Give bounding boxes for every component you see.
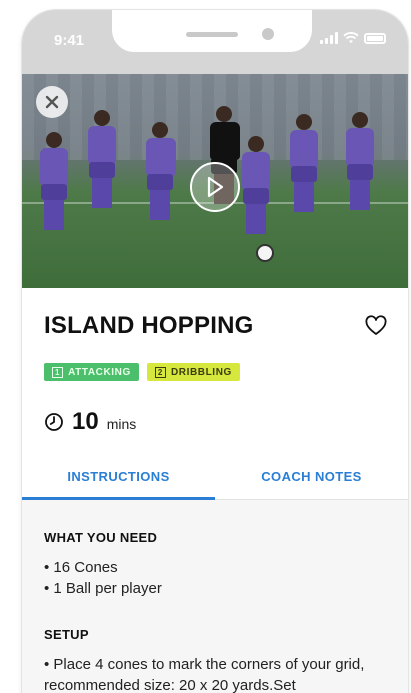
tab-coach-notes[interactable]: COACH NOTES	[215, 454, 408, 499]
tag-label: ATTACKING	[68, 366, 131, 378]
front-camera	[262, 28, 274, 40]
player-figure	[284, 114, 324, 254]
phone-frame: 9:41 ISLAND HOPPING 1 ATTACKING 2 DRIBBL…	[22, 10, 408, 693]
player-figure	[138, 122, 182, 262]
player-figure	[340, 112, 380, 252]
player-figure	[82, 110, 122, 250]
play-button[interactable]	[190, 162, 240, 212]
title-row: ISLAND HOPPING	[44, 312, 388, 340]
setup-heading: SETUP	[44, 627, 89, 642]
tag-number: 1	[52, 366, 64, 378]
setup-text: Place 4 cones to mark the corners of you…	[44, 654, 386, 693]
tab-bar: INSTRUCTIONS COACH NOTES	[22, 454, 408, 500]
signal-icon	[320, 32, 338, 44]
status-time: 9:41	[54, 32, 85, 49]
skill-tags: 1 ATTACKING 2 DRIBBLING	[44, 363, 240, 381]
tag-dribbling: 2 DRIBBLING	[146, 363, 240, 381]
duration: 10 mins	[44, 408, 136, 436]
tab-instructions[interactable]: INSTRUCTIONS	[22, 454, 215, 500]
clock-icon	[45, 413, 63, 431]
close-button[interactable]	[36, 86, 68, 118]
status-bar: 9:41	[22, 10, 408, 74]
list-item: 16 Cones	[44, 557, 386, 578]
notch	[112, 10, 312, 52]
close-icon	[45, 95, 59, 109]
duration-value: 10	[72, 408, 99, 435]
tag-number: 2	[154, 366, 166, 378]
heart-icon[interactable]	[364, 314, 388, 338]
play-icon	[207, 176, 224, 198]
instructions-panel: WHAT YOU NEED 16 Cones 1 Ball per player…	[22, 500, 408, 693]
tag-attacking: 1 ATTACKING	[44, 363, 139, 381]
player-figure	[34, 132, 74, 252]
list-item: 1 Ball per player	[44, 578, 386, 599]
drill-title: ISLAND HOPPING	[44, 312, 254, 339]
wifi-icon	[343, 32, 359, 43]
equipment-list: 16 Cones 1 Ball per player	[44, 557, 386, 599]
tag-label: DRIBBLING	[170, 366, 232, 378]
speaker	[186, 32, 238, 37]
drill-video[interactable]	[22, 74, 408, 288]
status-icons	[320, 32, 386, 44]
battery-icon	[364, 33, 386, 44]
what-you-need-heading: WHAT YOU NEED	[44, 530, 158, 545]
duration-unit: mins	[106, 416, 137, 432]
soccer-ball	[256, 244, 274, 262]
